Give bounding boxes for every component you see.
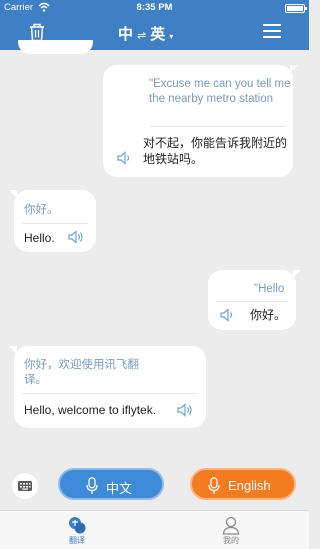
- menu-icon[interactable]: [263, 24, 281, 39]
- status-bar: Carrier 8:35 PM: [0, 0, 309, 16]
- message-translation-text: 对不起，你能告诉我附近的地铁站吗。: [143, 136, 288, 166]
- target-language: 英: [150, 26, 167, 43]
- tab-translate-label: 翻译: [69, 536, 85, 545]
- voice-input-bar: 中文 English: [0, 462, 309, 510]
- message-bubble[interactable]: "Hello 你好。: [208, 270, 301, 330]
- message-source-text: 你好，欢迎使用讯飞翻译。: [24, 359, 139, 386]
- swap-icon: ⇌: [137, 30, 148, 42]
- message-bubble[interactable]: 你好，欢迎使用讯飞翻译。 Hello, welcome to iflytek.: [9, 346, 206, 428]
- chevron-down-icon: ▾: [169, 32, 175, 41]
- divider: [22, 223, 88, 224]
- chinese-button-label: 中文: [106, 481, 133, 496]
- message-translation-text: 你好。: [250, 308, 287, 322]
- language-selector[interactable]: 中 ⇌ 英 ▾: [118, 23, 174, 44]
- translate-icon: [69, 517, 86, 534]
- message-bubble[interactable]: 你好。 Hello.: [9, 190, 96, 252]
- message-translation-text: Hello.: [24, 231, 55, 245]
- user-icon: [222, 516, 240, 535]
- tab-bar: 翻译 我的: [0, 510, 309, 549]
- english-button-label: English: [228, 478, 271, 493]
- message-source-text: "Hello: [254, 283, 285, 295]
- source-language: 中: [118, 26, 135, 43]
- divider: [22, 393, 198, 394]
- tab-translate[interactable]: 翻译: [47, 515, 107, 546]
- battery-icon: [285, 4, 307, 13]
- previous-message-stub: [18, 40, 93, 54]
- message-translation-text: Hello, welcome to iflytek.: [24, 403, 157, 417]
- speaker-icon[interactable]: [177, 403, 193, 417]
- trash-icon[interactable]: [28, 22, 46, 42]
- chinese-voice-button[interactable]: 中文: [58, 468, 164, 500]
- tab-me[interactable]: 我的: [201, 515, 261, 546]
- divider: [216, 301, 288, 302]
- message-bubble[interactable]: "Excuse me can you tell me the nearby me…: [103, 65, 298, 177]
- speaker-icon[interactable]: [68, 230, 84, 244]
- keyboard-icon: [18, 481, 32, 491]
- english-voice-button[interactable]: English: [190, 468, 296, 500]
- tab-me-label: 我的: [223, 536, 239, 545]
- message-source-text: "Excuse me can you tell me the nearby me…: [149, 78, 291, 105]
- microphone-icon: [208, 477, 220, 494]
- keyboard-button[interactable]: [12, 473, 38, 499]
- clock: 8:35 PM: [136, 2, 173, 13]
- speaker-icon[interactable]: [117, 151, 133, 165]
- divider: [149, 126, 285, 127]
- speaker-icon[interactable]: [220, 308, 236, 322]
- conversation-list[interactable]: "Excuse me can you tell me the nearby me…: [0, 40, 309, 462]
- message-source-text: 你好。: [24, 204, 59, 216]
- microphone-icon: [86, 477, 98, 494]
